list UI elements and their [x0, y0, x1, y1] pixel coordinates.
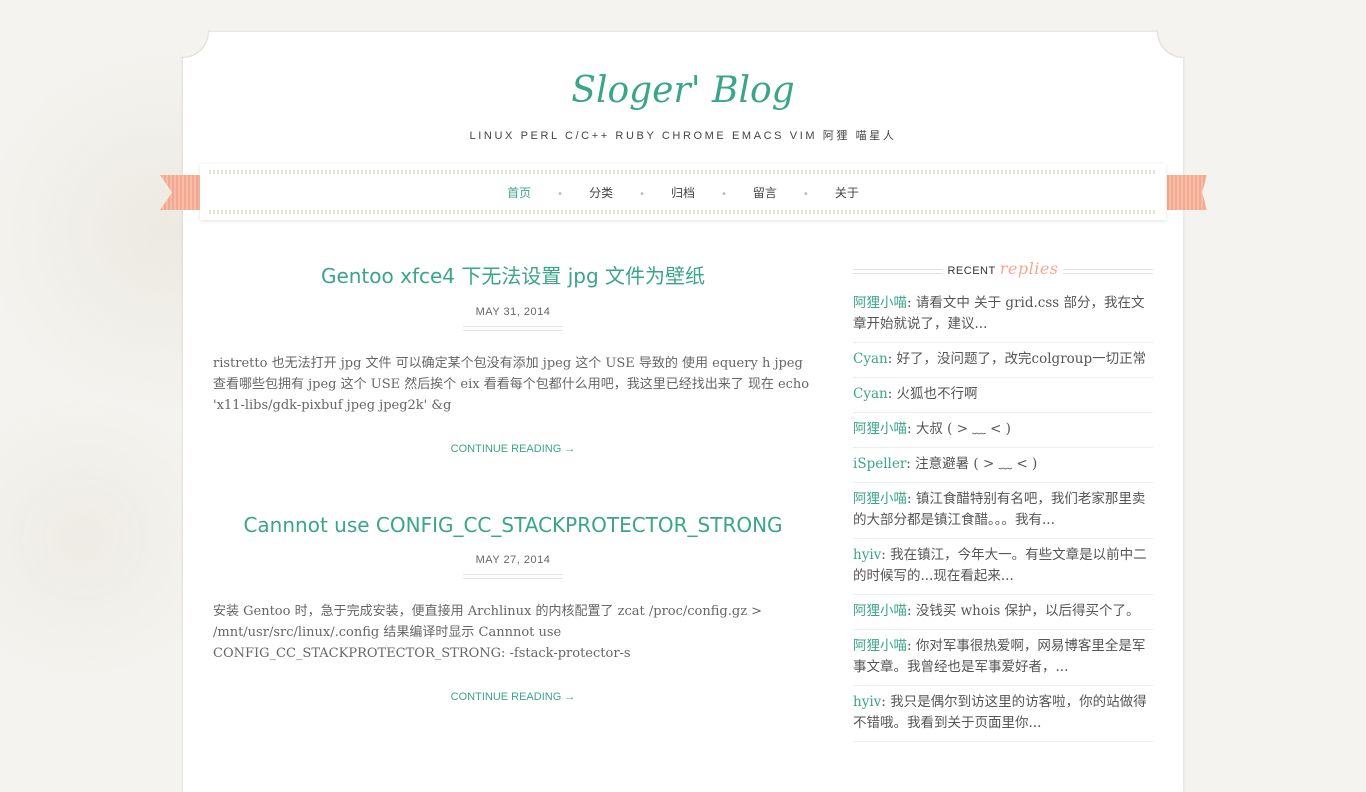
recent-reply-item: Cyan: 火狐也不行啊 — [853, 378, 1153, 413]
recent-reply-item: hyiv: 我在镇江，今年大一。有些文章是以前中二的时候写的...现在看起来..… — [853, 539, 1153, 595]
post-entry: Gentoo xfce4 下无法设置 jpg 文件为壁纸 MAY 31, 201… — [213, 260, 813, 455]
recent-reply-item: iSpeller: 注意避暑 ( > ﹏ < ) — [853, 448, 1153, 483]
nav-item-about[interactable]: 关于 — [835, 184, 859, 201]
nav-stripe-top — [209, 170, 1157, 174]
post-title[interactable]: Gentoo xfce4 下无法设置 jpg 文件为壁纸 — [213, 260, 813, 289]
nav-separator: • — [557, 189, 564, 200]
site-tagline: LINUX PERL C/C++ RUBY CHROME EMACS VIM 阿… — [469, 130, 897, 142]
nav-item-guestbook[interactable]: 留言 — [753, 184, 777, 201]
reply-author-link[interactable]: 阿狸小喵 — [853, 491, 907, 507]
post-title[interactable]: Cannnot use CONFIG_CC_STACKPROTECTOR_STR… — [213, 513, 813, 537]
recent-reply-item: 阿狸小喵: 大叔 ( > ﹏ < ) — [853, 413, 1153, 448]
nav-item-home[interactable]: 首页 — [507, 184, 531, 201]
reply-author-link[interactable]: iSpeller — [853, 456, 906, 472]
post-date: MAY 27, 2014 — [475, 554, 551, 566]
recent-replies-title: RECENT replies — [943, 259, 1063, 278]
continue-reading-link[interactable]: CONTINUE READING → — [213, 443, 813, 455]
post-entry: Cannnot use CONFIG_CC_STACKPROTECTOR_STR… — [213, 513, 813, 703]
continue-reading-link[interactable]: CONTINUE READING → — [213, 691, 813, 703]
recent-reply-item: Cyan: 好了，没问题了，改完colgroup一切正常 — [853, 343, 1153, 378]
recent-label: RECENT — [947, 265, 996, 277]
post-excerpt: ristretto 也无法打开 jpg 文件 可以确定某个包没有添加 jpeg … — [213, 356, 810, 413]
recent-reply-item: 阿狸小喵: 你对军事很热爱啊，网易博客里全是军事文章。我曾经也是军事爱好者，..… — [853, 630, 1153, 686]
nav-item-archives[interactable]: 归档 — [671, 184, 695, 201]
nav-separator: • — [639, 189, 645, 200]
recent-reply-item: 阿狸小喵: 镇江食醋特别有名吧，我们老家那里卖的大部分都是镇江食醋。。。我有..… — [853, 483, 1153, 539]
nav-item-categories[interactable]: 分类 — [589, 184, 613, 201]
reply-author-link[interactable]: Cyan — [853, 351, 888, 367]
reply-text[interactable]: : 我在镇江，今年大一。有些文章是以前中二的时候写的...现在看起来... — [853, 547, 1147, 584]
recent-replies-heading: RECENT replies — [853, 259, 1153, 281]
date-divider — [463, 326, 563, 331]
ribbon-tail-right — [1167, 175, 1207, 210]
heading-rule — [1057, 269, 1153, 274]
post-date: MAY 31, 2014 — [475, 306, 551, 318]
recent-reply-item: 阿狸小喵: 没钱买 whois 保护，以后得买个了。 — [853, 595, 1153, 630]
sidebar: RECENT replies 阿狸小喵: 请看文中 关于 grid.css 部分，… — [853, 259, 1153, 742]
reply-text[interactable]: : 没钱买 whois 保护，以后得买个了。 — [907, 603, 1140, 619]
nav-stripe-bottom — [209, 210, 1157, 214]
reply-author-link[interactable]: 阿狸小喵 — [853, 603, 907, 619]
site-title[interactable]: Sloger' Blog — [183, 70, 1183, 111]
nav-separator: • — [721, 189, 727, 200]
main-navigation: 首页 • 分类 • 归档 • 留言 • 关于 — [200, 164, 1166, 220]
heading-rule — [853, 269, 943, 274]
paper-corner-left — [181, 30, 209, 58]
reply-author-link[interactable]: 阿狸小喵 — [853, 638, 907, 654]
reply-text[interactable]: : 火狐也不行啊 — [888, 386, 978, 402]
paper-corner-right — [1157, 30, 1185, 58]
date-divider — [463, 574, 563, 579]
reply-author-link[interactable]: hyiv — [853, 694, 881, 710]
recent-reply-item: 阿狸小喵: 请看文中 关于 grid.css 部分，我在文章开始就说了，建议..… — [853, 287, 1153, 343]
post-excerpt: 安装 Gentoo 时，急于完成安装，便直接用 Archlinux 的内核配置了… — [213, 604, 763, 661]
nav-separator: • — [802, 189, 809, 200]
reply-text[interactable]: : 注意避暑 ( > ﹏ < ) — [906, 456, 1037, 472]
reply-author-link[interactable]: 阿狸小喵 — [853, 421, 907, 437]
reply-author-link[interactable]: hyiv — [853, 547, 881, 563]
replies-script-label: replies — [999, 259, 1059, 278]
reply-author-link[interactable]: Cyan — [853, 386, 888, 402]
reply-author-link[interactable]: 阿狸小喵 — [853, 295, 907, 311]
reply-text[interactable]: : 大叔 ( > ﹏ < ) — [907, 421, 1011, 437]
recent-reply-item: hyiv: 我只是偶尔到访这里的访客啦，你的站做得不错哦。我看到关于页面里你..… — [853, 686, 1153, 742]
reply-text[interactable]: : 我只是偶尔到访这里的访客啦，你的站做得不错哦。我看到关于页面里你... — [853, 694, 1147, 731]
reply-text[interactable]: : 好了，没问题了，改完colgroup一切正常 — [888, 351, 1146, 367]
ribbon-tail-left — [160, 175, 200, 210]
